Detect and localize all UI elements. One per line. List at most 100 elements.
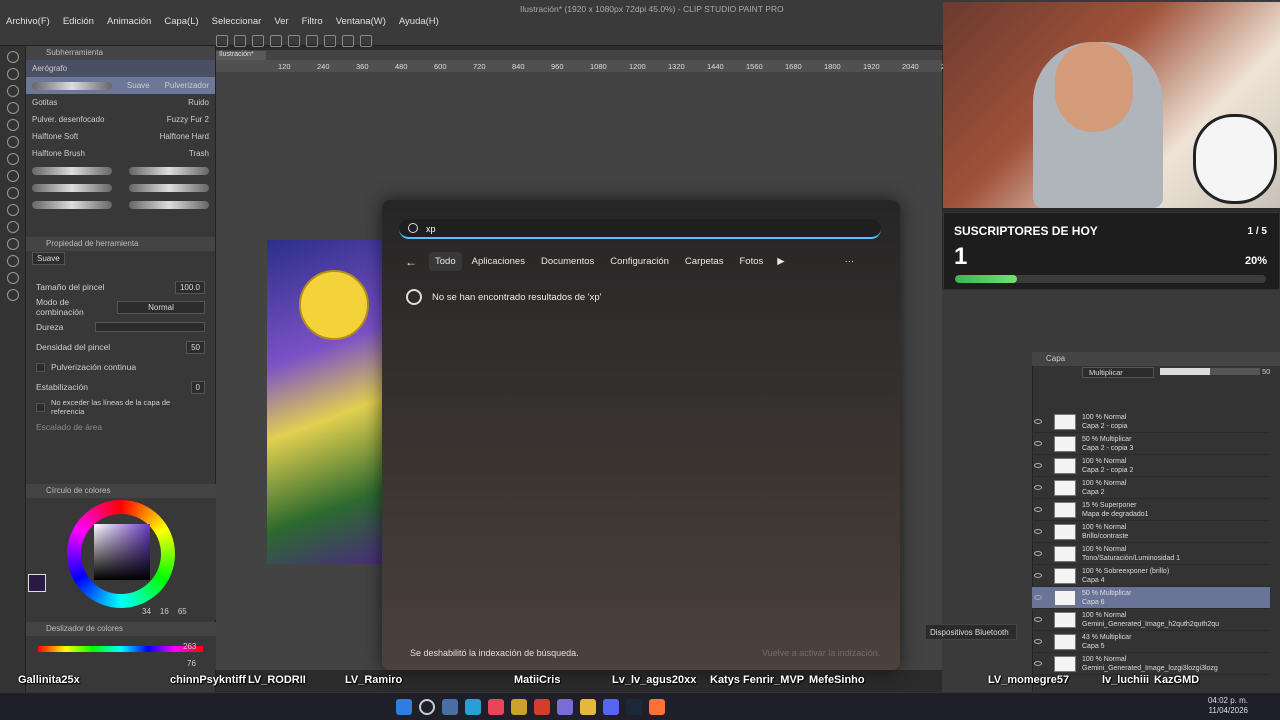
brush-row[interactable]: Pulver. desenfocado Fuzzy Fur 2 bbox=[26, 111, 215, 128]
back-arrow-icon[interactable]: ← bbox=[405, 255, 417, 269]
area-scaling-row[interactable]: Escalado de área bbox=[26, 417, 215, 437]
brush-pulverizador[interactable]: Pulverizador bbox=[165, 81, 209, 90]
continuous-checkbox[interactable] bbox=[36, 362, 45, 372]
settings-icon[interactable] bbox=[360, 35, 372, 47]
crop-icon[interactable] bbox=[324, 35, 336, 47]
layer-row[interactable]: 15 % Superponer Mapa de degradado1 bbox=[1032, 499, 1270, 521]
search-input[interactable]: xp bbox=[399, 219, 881, 239]
menu-seleccionar[interactable]: Seleccionar bbox=[212, 16, 262, 27]
visibility-eye-icon[interactable] bbox=[1034, 419, 1042, 424]
brush-size-input[interactable]: 100.0 bbox=[174, 280, 205, 294]
brush-halftone-hard[interactable]: Halftone Hard bbox=[160, 132, 209, 141]
layer-row[interactable]: 50 % Multiplicar Capa 6 bbox=[1032, 587, 1270, 609]
reference-row[interactable]: No exceder las líneas de la capa de refe… bbox=[26, 397, 215, 417]
eyedropper-tool-icon[interactable] bbox=[7, 119, 19, 131]
visibility-eye-icon[interactable] bbox=[1034, 595, 1042, 600]
firefox-icon[interactable] bbox=[649, 699, 665, 715]
blend-mode-row[interactable]: Modo de combinación Normal bbox=[26, 297, 215, 317]
tab-subherramienta[interactable]: Subherramienta bbox=[46, 48, 103, 57]
open-icon[interactable] bbox=[234, 35, 246, 47]
brush-row[interactable] bbox=[26, 179, 215, 196]
menu-capa[interactable]: Capa(L) bbox=[164, 16, 198, 27]
visibility-eye-icon[interactable] bbox=[1034, 573, 1042, 578]
eraser-tool-icon[interactable] bbox=[7, 204, 19, 216]
ruler-icon[interactable] bbox=[342, 35, 354, 47]
start-icon[interactable] bbox=[396, 699, 412, 715]
foreground-color-swatch[interactable] bbox=[28, 574, 46, 592]
layer-row[interactable]: 100 % Normal Capa 2 - copia bbox=[1032, 411, 1270, 433]
density-input[interactable]: 50 bbox=[186, 340, 205, 354]
visibility-eye-icon[interactable] bbox=[1034, 463, 1042, 468]
visibility-eye-icon[interactable] bbox=[1034, 551, 1042, 556]
app-icon[interactable] bbox=[465, 699, 481, 715]
steam-icon[interactable] bbox=[626, 699, 642, 715]
brush-row[interactable]: Suave Pulverizador bbox=[26, 77, 215, 94]
visibility-eye-icon[interactable] bbox=[1034, 441, 1042, 446]
folder-icon[interactable] bbox=[580, 699, 596, 715]
layer-row[interactable]: 100 % Normal Brillo/contraste bbox=[1032, 521, 1270, 543]
discord-icon[interactable] bbox=[603, 699, 619, 715]
stabilization-row[interactable]: Estabilización 0 bbox=[26, 377, 215, 397]
brush-pulver-desenfocado[interactable]: Pulver. desenfocado bbox=[32, 115, 105, 124]
zoom-tool-icon[interactable] bbox=[7, 51, 19, 63]
pencil-tool-icon[interactable] bbox=[7, 153, 19, 165]
balloon-tool-icon[interactable] bbox=[7, 289, 19, 301]
fill-tool-icon[interactable] bbox=[7, 221, 19, 233]
reference-checkbox[interactable] bbox=[36, 402, 45, 412]
system-clock[interactable]: 04:02 p. m. 11/04/2026 bbox=[1208, 696, 1248, 716]
stabilization-input[interactable]: 0 bbox=[190, 380, 205, 394]
visibility-eye-icon[interactable] bbox=[1034, 485, 1042, 490]
app-icon[interactable] bbox=[534, 699, 550, 715]
airbrush-tool-icon[interactable] bbox=[7, 187, 19, 199]
app-icon[interactable] bbox=[488, 699, 504, 715]
blend-mode-select[interactable]: Normal bbox=[117, 300, 205, 314]
task-view-icon[interactable] bbox=[442, 699, 458, 715]
density-row[interactable]: Densidad del pincel 50 bbox=[26, 337, 215, 357]
brush-trash[interactable]: Trash bbox=[189, 149, 209, 158]
visibility-eye-icon[interactable] bbox=[1034, 529, 1042, 534]
tab-carpetas[interactable]: Carpetas bbox=[679, 252, 730, 271]
brush-tool-icon[interactable] bbox=[7, 170, 19, 182]
brush-row[interactable]: Halftone Brush Trash bbox=[26, 145, 215, 162]
brush-fuzzy-fur[interactable]: Fuzzy Fur 2 bbox=[167, 115, 209, 124]
brush-ruido[interactable]: Ruido bbox=[188, 98, 209, 107]
tab-todo[interactable]: Todo bbox=[429, 252, 462, 271]
search-icon[interactable] bbox=[419, 699, 435, 715]
tab-aplicaciones[interactable]: Aplicaciones bbox=[466, 252, 531, 271]
brush-row[interactable]: Gotitas Ruido bbox=[26, 94, 215, 111]
brush-gotitas[interactable]: Gotitas bbox=[32, 98, 57, 107]
layer-row[interactable]: 100 % Normal Gemini_Generated_Image_lozgi… bbox=[1032, 653, 1270, 675]
text-tool-icon[interactable] bbox=[7, 272, 19, 284]
saturation-value-square[interactable] bbox=[94, 524, 150, 580]
menu-filtro[interactable]: Filtro bbox=[302, 16, 323, 27]
hardness-row[interactable]: Dureza bbox=[26, 317, 215, 337]
visibility-eye-icon[interactable] bbox=[1034, 661, 1042, 666]
visibility-eye-icon[interactable] bbox=[1034, 617, 1042, 622]
brush-halftone-brush[interactable]: Halftone Brush bbox=[32, 149, 85, 158]
visibility-eye-icon[interactable] bbox=[1034, 507, 1042, 512]
layer-row[interactable]: 100 % Normal Capa 2 - copia 2 bbox=[1032, 455, 1270, 477]
new-icon[interactable] bbox=[216, 35, 228, 47]
brush-row[interactable]: Halftone Soft Halftone Hard bbox=[26, 128, 215, 145]
layer-row[interactable]: 43 % Multiplicar Capa 5 bbox=[1032, 631, 1270, 653]
menu-ventana[interactable]: Ventana(W) bbox=[336, 16, 386, 27]
menu-ayuda[interactable]: Ayuda(H) bbox=[399, 16, 439, 27]
brush-row[interactable] bbox=[26, 162, 215, 179]
transform-icon[interactable] bbox=[306, 35, 318, 47]
overflow-menu-icon[interactable]: ··· bbox=[845, 256, 855, 267]
layer-panel-title[interactable]: Capa bbox=[1046, 354, 1065, 363]
save-icon[interactable] bbox=[252, 35, 264, 47]
layer-blend-select[interactable]: Multiplicar bbox=[1082, 367, 1154, 378]
undo-icon[interactable] bbox=[270, 35, 282, 47]
menu-edicion[interactable]: Edición bbox=[63, 16, 94, 27]
tab-configuracion[interactable]: Configuración bbox=[604, 252, 675, 271]
redo-icon[interactable] bbox=[288, 35, 300, 47]
brush-size-row[interactable]: Tamaño del pincel 100.0 bbox=[26, 277, 215, 297]
app-icon[interactable] bbox=[557, 699, 573, 715]
visibility-eye-icon[interactable] bbox=[1034, 639, 1042, 644]
brush-row[interactable] bbox=[26, 196, 215, 213]
menu-archivo[interactable]: Archivo(F) bbox=[6, 16, 50, 27]
hue-slider[interactable] bbox=[38, 646, 203, 652]
layer-row[interactable]: 100 % Normal Capa 2 bbox=[1032, 477, 1270, 499]
pen-tool-icon[interactable] bbox=[7, 136, 19, 148]
